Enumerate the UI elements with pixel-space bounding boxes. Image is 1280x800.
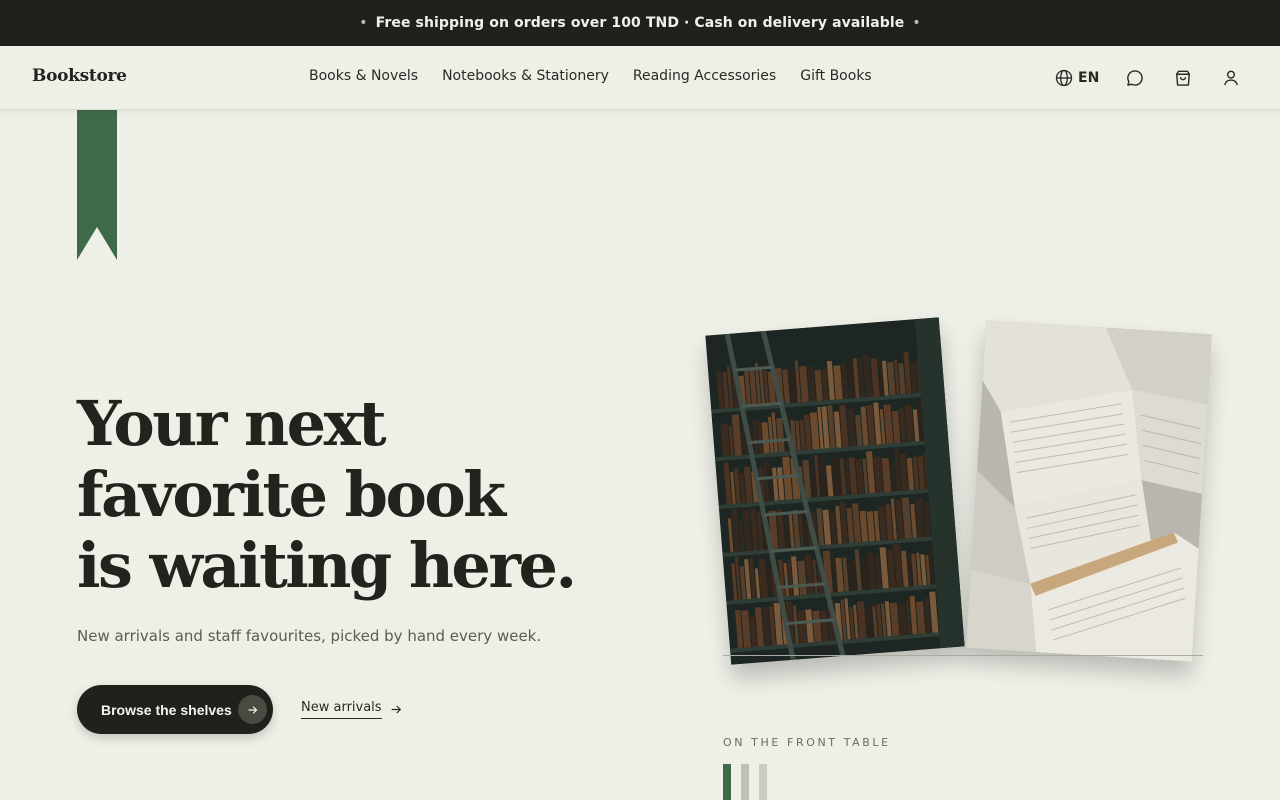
user-icon: [1221, 68, 1241, 88]
hero-title-line: Your next: [77, 387, 387, 460]
chat-icon: [1125, 68, 1145, 88]
category-menu: Books & Novels Notebooks & Stationery Re…: [309, 68, 896, 84]
shopping-bag-icon: [1173, 68, 1193, 88]
browse-shelves-button[interactable]: Browse the shelves: [77, 685, 273, 734]
announcement-text: Free shipping on orders over 100 TND · C…: [375, 15, 905, 31]
new-arrivals-label: New arrivals: [301, 700, 382, 719]
chat-button[interactable]: [1125, 66, 1145, 90]
nav-item-reading-accessories[interactable]: Reading Accessories: [633, 68, 776, 84]
announcement-bar: • Free shipping on orders over 100 TND ·…: [0, 0, 1280, 46]
hero-title-line: is waiting here.: [77, 529, 577, 602]
bookmark-ribbon: [77, 110, 117, 260]
bullet: •: [912, 15, 921, 31]
cart-button[interactable]: [1173, 66, 1193, 90]
nav-item-gift-books[interactable]: Gift Books: [800, 68, 872, 84]
book-spine[interactable]: [741, 764, 749, 800]
library-shelves-illustration: [705, 317, 965, 665]
store-logo[interactable]: Bookstore: [32, 66, 127, 86]
book-spine[interactable]: [759, 764, 767, 800]
display-shelf-line: [723, 655, 1203, 656]
new-arrivals-link[interactable]: New arrivals: [301, 700, 403, 719]
hero-title-line: favorite book: [77, 458, 506, 531]
open-books-illustration: [966, 320, 1212, 662]
front-table-spines: [723, 764, 777, 800]
open-books-image[interactable]: [966, 320, 1212, 662]
header-tools: EN: [1054, 66, 1241, 90]
nav-item-books-novels[interactable]: Books & Novels: [309, 68, 418, 84]
hero-subtitle: New arrivals and staff favourites, picke…: [77, 627, 542, 645]
globe-icon: [1054, 68, 1074, 88]
top-navigation: Bookstore Books & Novels Notebooks & Sta…: [0, 46, 1280, 110]
language-selector[interactable]: EN: [1054, 66, 1099, 90]
language-label: EN: [1078, 70, 1100, 86]
book-spine[interactable]: [723, 764, 731, 800]
bullet: •: [359, 15, 368, 31]
browse-shelves-label: Browse the shelves: [101, 701, 232, 718]
nav-item-notebooks-stationery[interactable]: Notebooks & Stationery: [442, 68, 609, 84]
library-shelves-image[interactable]: [705, 317, 965, 665]
front-table-label: ON THE FRONT TABLE: [723, 736, 891, 749]
arrow-right-icon: [382, 703, 403, 716]
account-button[interactable]: [1221, 66, 1241, 90]
hero-title: Your next favorite book is waiting here.: [77, 388, 597, 601]
arrow-right-icon: [238, 695, 267, 724]
